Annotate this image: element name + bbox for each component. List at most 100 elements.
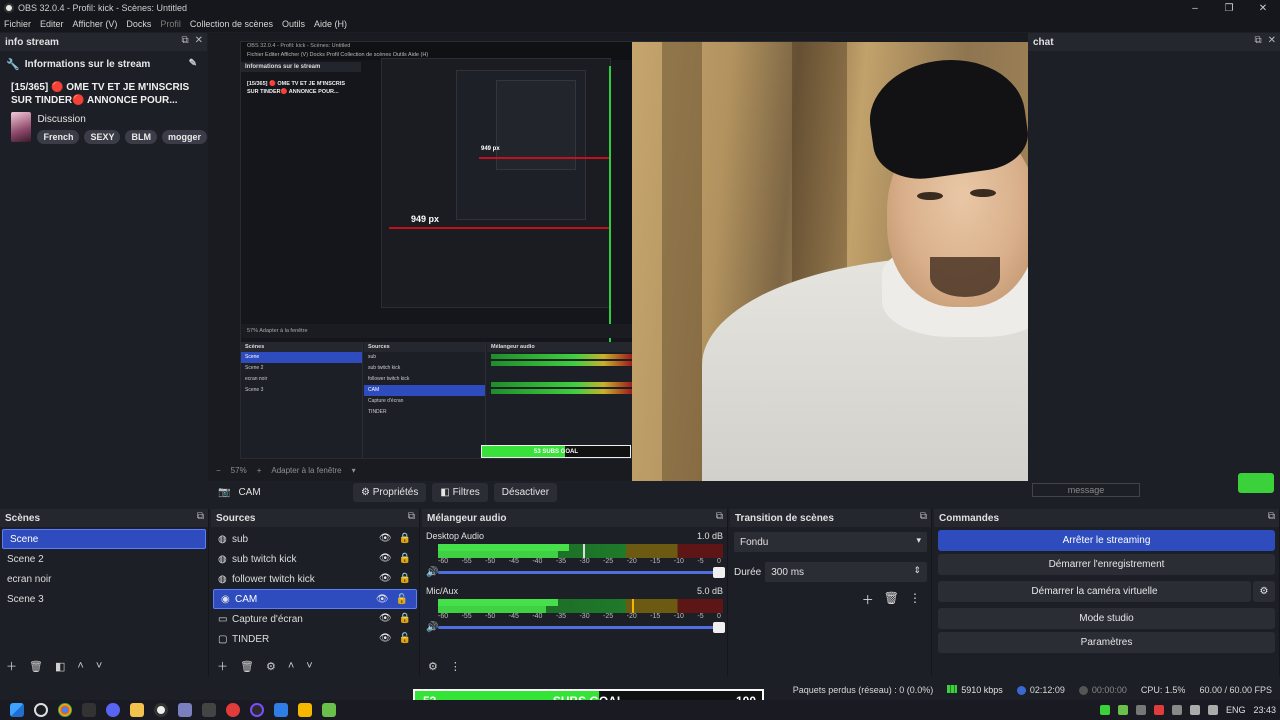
source-item[interactable]: ◉ CAM 👁 🔓 [213, 589, 417, 609]
virtual-camera-settings-gear-icon[interactable]: ⚙ [1253, 581, 1275, 602]
transition-select[interactable]: Fondu ▾ [734, 532, 927, 552]
start-recording-button[interactable]: Démarrer l'enregistrement [938, 554, 1275, 575]
speaker-icon[interactable]: 🔊 [426, 567, 438, 578]
speaker-icon[interactable]: 🔊 [426, 622, 438, 633]
windows-start-icon[interactable] [10, 703, 24, 717]
folder-icon[interactable] [130, 703, 144, 717]
chat-send-button[interactable] [1238, 473, 1274, 493]
spinner-icon[interactable]: ⇕ [913, 565, 921, 576]
remove-scene-icon[interactable]: 🗑 [29, 660, 43, 673]
visibility-eye-icon[interactable]: 👁 [379, 633, 392, 644]
app-icon[interactable] [202, 703, 216, 717]
advanced-audio-icon[interactable]: ⚙ [428, 660, 438, 673]
app-icon[interactable] [178, 703, 192, 717]
lock-icon[interactable]: 🔒 [399, 613, 411, 624]
undock-icon[interactable]: ⧉ [920, 511, 927, 522]
app-icon[interactable] [274, 703, 288, 717]
source-settings-gear-icon[interactable]: ⚙ [266, 660, 276, 673]
source-item[interactable]: ◍ follower twitch kick 👁 🔒 [211, 569, 419, 589]
undock-icon[interactable]: ⧉ [716, 511, 723, 522]
close-dock-icon[interactable]: ✕ [1268, 35, 1276, 46]
menu-scene-collection[interactable]: Collection de scènes [190, 19, 273, 29]
menu-docks[interactable]: Docks [126, 19, 151, 29]
visibility-eye-icon[interactable]: 👁 [379, 573, 392, 584]
transition-menu-icon[interactable]: ⋮ [909, 591, 921, 608]
tray-icon[interactable] [1117, 705, 1128, 715]
source-item[interactable]: ▭ Capture d'écran 👁 🔒 [211, 609, 419, 629]
move-down-icon[interactable]: ˅ [306, 660, 312, 672]
undock-icon[interactable]: ⧉ [1268, 511, 1275, 522]
lock-icon[interactable]: 🔒 [399, 553, 411, 564]
terminal-icon[interactable] [82, 703, 96, 717]
undock-icon[interactable]: ⧉ [181, 35, 188, 46]
menu-view[interactable]: Afficher (V) [73, 19, 118, 29]
app-icon[interactable] [226, 703, 240, 717]
more-options-icon[interactable]: ⋮ [450, 660, 461, 673]
obs-icon[interactable] [154, 703, 168, 717]
language-indicator[interactable]: ENG [1226, 705, 1246, 715]
add-source-icon[interactable]: ＋ [217, 658, 228, 674]
scene-item[interactable]: ecran noir [0, 569, 208, 589]
unlock-icon[interactable]: 🔓 [399, 633, 411, 644]
chat-message-input[interactable]: message [1032, 483, 1140, 497]
move-up-icon[interactable]: ˄ [288, 660, 294, 672]
visibility-eye-icon[interactable]: 👁 [379, 533, 392, 544]
undock-icon[interactable]: ⧉ [408, 511, 415, 522]
zoom-out-button[interactable]: − [216, 466, 221, 475]
studio-mode-button[interactable]: Mode studio [938, 608, 1275, 629]
app-icon[interactable] [322, 703, 336, 717]
lock-icon[interactable]: 🔒 [399, 573, 411, 584]
lock-icon[interactable]: 🔒 [399, 533, 411, 544]
deactivate-button[interactable]: Désactiver [493, 482, 558, 502]
undock-icon[interactable]: ⧉ [197, 511, 204, 522]
menu-file[interactable]: Fichier [4, 19, 31, 29]
start-virtual-camera-button[interactable]: Démarrer la caméra virtuelle [938, 581, 1251, 602]
remove-transition-icon[interactable]: 🗑 [884, 591, 899, 608]
stop-streaming-button[interactable]: Arrêter le streaming [938, 530, 1275, 551]
source-item[interactable]: ▢ TINDER 👁 🔓 [211, 629, 419, 649]
settings-button[interactable]: Paramètres [938, 632, 1275, 653]
menu-profile[interactable]: Profil [160, 19, 181, 29]
app-icon[interactable] [298, 703, 312, 717]
wifi-icon[interactable] [1189, 705, 1200, 715]
chrome-icon[interactable] [58, 703, 72, 717]
scene-filters-icon[interactable]: ◧ [55, 660, 65, 673]
tray-icon[interactable] [1153, 705, 1164, 715]
tray-icon[interactable] [1099, 705, 1110, 715]
close-button[interactable]: ✕ [1246, 0, 1280, 16]
app-icon[interactable] [250, 703, 264, 717]
menu-tools[interactable]: Outils [282, 19, 305, 29]
source-item[interactable]: ◍ sub twitch kick 👁 🔒 [211, 549, 419, 569]
menu-help[interactable]: Aide (H) [314, 19, 347, 29]
volume-slider[interactable] [438, 622, 725, 633]
scene-item[interactable]: Scene 2 [0, 549, 208, 569]
visibility-eye-icon[interactable]: 👁 [379, 613, 392, 624]
scene-item[interactable]: Scene [2, 529, 206, 549]
remove-source-icon[interactable]: 🗑 [240, 660, 254, 673]
scene-item[interactable]: Scene 3 [0, 589, 208, 609]
clock[interactable]: 23:43 [1253, 705, 1276, 715]
properties-button[interactable]: ⚙ Propriétés [353, 482, 427, 502]
undock-icon[interactable]: ⧉ [1254, 35, 1261, 46]
unlock-icon[interactable]: 🔓 [396, 594, 408, 605]
maximize-button[interactable]: ❐ [1212, 0, 1246, 16]
visibility-eye-icon[interactable]: 👁 [379, 553, 392, 564]
add-scene-icon[interactable]: ＋ [6, 658, 17, 674]
preview-canvas[interactable]: OBS 32.0.4 - Profil: kick - Scènes: Unti… [208, 33, 1028, 481]
filters-button[interactable]: ◧ Filtres [432, 482, 488, 502]
tray-icon[interactable] [1135, 705, 1146, 715]
source-item[interactable]: ◍ sub 👁 🔒 [211, 529, 419, 549]
move-down-icon[interactable]: ˅ [96, 660, 102, 672]
search-icon[interactable] [34, 703, 48, 717]
volume-icon[interactable] [1207, 705, 1218, 715]
duration-input[interactable]: 300 ms ⇕ [765, 562, 927, 582]
fit-dropdown-icon[interactable]: ▾ [352, 466, 356, 475]
menu-edit[interactable]: Editer [40, 19, 64, 29]
visibility-eye-icon[interactable]: 👁 [376, 594, 389, 605]
minimize-button[interactable]: – [1178, 0, 1212, 16]
volume-slider[interactable] [438, 567, 725, 578]
tray-icon[interactable] [1171, 705, 1182, 715]
discord-icon[interactable] [106, 703, 120, 717]
move-up-icon[interactable]: ˄ [77, 660, 83, 672]
zoom-in-button[interactable]: + [257, 466, 262, 475]
